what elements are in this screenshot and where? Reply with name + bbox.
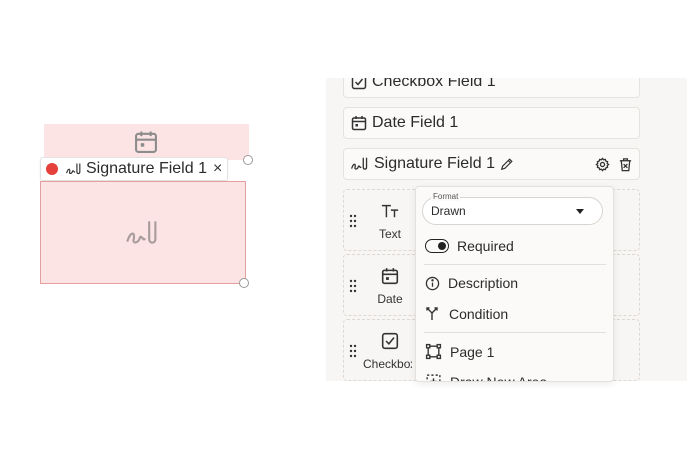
divider <box>424 264 606 265</box>
calendar-icon <box>135 131 157 153</box>
format-legend: Format <box>431 192 461 201</box>
checkbox-icon <box>381 332 399 350</box>
required-toggle[interactable] <box>425 239 449 253</box>
resize-handle-bottom-right[interactable] <box>239 278 249 288</box>
field-row-signature[interactable]: Signature Field 1 <box>343 148 640 180</box>
field-row-label: Signature Field 1 <box>374 155 495 172</box>
caret-down-icon <box>576 209 584 214</box>
calendar-icon <box>381 268 399 285</box>
divider <box>424 332 606 333</box>
field-type-label: Text <box>378 227 401 241</box>
signature-icon <box>351 157 368 170</box>
required-toggle-row[interactable]: Required <box>425 238 514 254</box>
signature-field-toolbar: Signature Field 1 × <box>40 157 228 181</box>
info-icon <box>425 276 440 290</box>
format-value: Drawn <box>431 204 466 218</box>
pencil-icon[interactable] <box>500 157 514 171</box>
required-label: Required <box>457 238 514 254</box>
drag-handle-icon[interactable] <box>349 344 357 358</box>
gear-icon[interactable] <box>595 157 610 172</box>
status-dot <box>46 163 58 175</box>
draw-new-area-menu-item[interactable]: Draw New Area <box>425 373 548 382</box>
signature-icon <box>126 221 157 244</box>
field-type-label: Date <box>377 292 403 306</box>
field-settings-popover: Format Drawn Required Description Condit… <box>415 186 614 382</box>
condition-label: Condition <box>449 306 509 322</box>
checkbox-icon <box>351 78 367 90</box>
draw-area-icon <box>426 374 441 381</box>
date-field-on-canvas[interactable] <box>44 124 249 160</box>
page-menu-item[interactable]: Page 1 <box>425 343 494 360</box>
drag-handle-icon[interactable] <box>349 214 357 228</box>
page-label: Page 1 <box>450 343 495 360</box>
calendar-icon <box>351 116 367 131</box>
signature-icon <box>66 163 81 175</box>
resize-handle-top-right[interactable] <box>243 155 253 165</box>
field-row-label: Checkbox Field 1 <box>372 78 496 90</box>
page-area-icon <box>425 343 442 360</box>
format-select[interactable]: Format Drawn <box>422 192 603 225</box>
drag-handle-icon[interactable] <box>349 279 357 293</box>
draw-area-label: Draw New Area <box>450 373 548 382</box>
field-row-label: Date Field 1 <box>372 114 459 131</box>
signature-field-on-canvas[interactable] <box>40 181 246 284</box>
field-row-date[interactable]: Date Field 1 <box>343 107 640 139</box>
signature-field-label: Signature Field 1 <box>86 160 207 177</box>
field-type-label: Checkbox <box>363 357 412 371</box>
close-icon[interactable]: × <box>213 160 222 178</box>
branch-icon <box>426 307 438 320</box>
description-menu-item[interactable]: Description <box>425 275 518 291</box>
field-row-checkbox[interactable]: Checkbox Field 1 <box>343 78 640 98</box>
text-type-icon <box>381 204 399 218</box>
description-label: Description <box>448 275 519 291</box>
condition-menu-item[interactable]: Condition <box>425 306 508 322</box>
trash-icon[interactable] <box>618 157 633 172</box>
